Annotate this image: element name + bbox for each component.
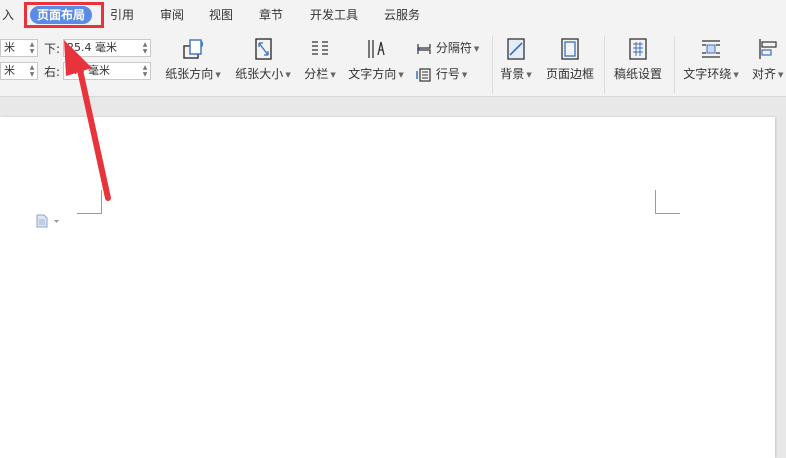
text-direction-button[interactable]: 文字方向 ▼ (346, 37, 406, 82)
orientation-label: 纸张方向 (165, 67, 214, 81)
spinner-arrows-icon[interactable]: ▲ ▼ (142, 41, 148, 55)
chevron-down-icon: ▼ (473, 44, 480, 53)
chevron-down-icon: ▼ (215, 70, 221, 79)
top-margin-left-spinner[interactable]: 米 ▲ ▼ (0, 39, 38, 57)
text-direction-icon (368, 40, 385, 58)
document-area (0, 97, 786, 458)
text-direction-label: 文字方向 (348, 67, 397, 81)
line-numbers-icon (416, 67, 431, 82)
chevron-down-icon: ▼ (733, 70, 739, 79)
crop-mark-top-right (655, 190, 680, 214)
chevron-down-icon: ▼ (526, 70, 532, 79)
tab-developer-tools[interactable]: 开发工具 (310, 6, 358, 24)
manuscript-grid-icon (629, 38, 647, 60)
ribbon-page-layout: 米 ▲ ▼ 米 ▲ ▼ 下: 25.4 毫米 ▲ ▼ 右: 1.8 毫米 ▲ ▼ 纸张方… (0, 30, 786, 97)
align-icon (759, 39, 777, 59)
tab-cloud-services[interactable]: 云服务 (384, 6, 420, 24)
line-numbers-button[interactable]: 行号 ▼ (416, 65, 467, 82)
right-margin-input[interactable]: 1.8 毫米 ▲ ▼ (63, 62, 151, 80)
spinner-value: 米 (4, 41, 15, 54)
crop-mark-top-left (77, 190, 102, 214)
breaks-label: 分隔符 (435, 41, 472, 55)
document-options-icon (36, 214, 59, 228)
bottom-margin-input[interactable]: 25.4 毫米 ▲ ▼ (63, 39, 151, 57)
columns-button[interactable]: 分栏 ▼ (302, 37, 338, 82)
page-border-label: 页面边框 (545, 67, 594, 81)
manuscript-settings-label: 稿纸设置 (613, 67, 662, 81)
spinner-value: 25.4 毫米 (67, 41, 117, 54)
breaks-button[interactable]: 分隔符 ▼ (416, 39, 479, 56)
tab-view[interactable]: 视图 (209, 6, 233, 24)
menu-tab-bar: 入 页面布局 引用 审阅 视图 章节 开发工具 云服务 (0, 0, 786, 30)
chevron-down-icon: ▼ (398, 70, 404, 79)
chevron-down-icon: ▼ (461, 70, 468, 79)
document-icon[interactable] (36, 214, 62, 231)
bottom-margin-left-spinner[interactable]: 米 ▲ ▼ (0, 62, 38, 80)
page-border-icon (561, 38, 579, 60)
tab-references[interactable]: 引用 (110, 6, 134, 24)
columns-icon (312, 41, 328, 55)
align-button[interactable]: 对齐 ▼ (748, 37, 786, 82)
spinner-value: 米 (4, 64, 15, 77)
page-border-button[interactable]: 页面边框 (542, 37, 598, 82)
tab-section[interactable]: 章节 (259, 6, 283, 24)
columns-label: 分栏 (304, 67, 329, 81)
text-wrap-button[interactable]: 文字环绕 ▼ (680, 37, 742, 82)
document-page[interactable] (0, 117, 775, 458)
chevron-down-icon: ▼ (330, 70, 336, 79)
line-numbers-label: 行号 (435, 67, 460, 81)
text-wrap-label: 文字环绕 (683, 67, 732, 81)
paper-size-label: 纸张大小 (235, 67, 284, 81)
background-button[interactable]: 背景 ▼ (498, 37, 534, 82)
spinner-arrows-icon[interactable]: ▲ ▼ (29, 64, 35, 78)
align-label: 对齐 (752, 67, 777, 81)
ribbon-separator (674, 36, 675, 94)
background-label: 背景 (500, 67, 525, 81)
right-margin-label: 右: (44, 65, 61, 79)
paper-size-button[interactable]: 纸张大小 ▼ (232, 37, 294, 82)
tab-insert[interactable]: 入 (2, 6, 14, 24)
chevron-down-icon: ▼ (778, 70, 784, 79)
text-wrap-icon (702, 40, 720, 58)
page-background-icon (507, 38, 525, 60)
orientation-button[interactable]: 纸张方向 ▼ (162, 37, 224, 82)
tab-review[interactable]: 审阅 (160, 6, 184, 24)
spinner-arrows-icon[interactable]: ▲ ▼ (142, 64, 148, 78)
spinner-arrows-icon[interactable]: ▲ ▼ (29, 41, 35, 55)
page-break-icon (417, 43, 431, 54)
tab-highlight-box (24, 2, 104, 28)
ribbon-separator (604, 36, 605, 94)
manuscript-settings-button[interactable]: 稿纸设置 (610, 37, 666, 82)
page-orientation-icon (183, 39, 204, 59)
chevron-down-icon: ▼ (285, 70, 291, 79)
bottom-margin-label: 下: (44, 42, 61, 56)
ribbon-separator (492, 36, 493, 94)
spinner-value: 1.8 毫米 (67, 64, 110, 77)
paper-size-icon (255, 38, 272, 60)
